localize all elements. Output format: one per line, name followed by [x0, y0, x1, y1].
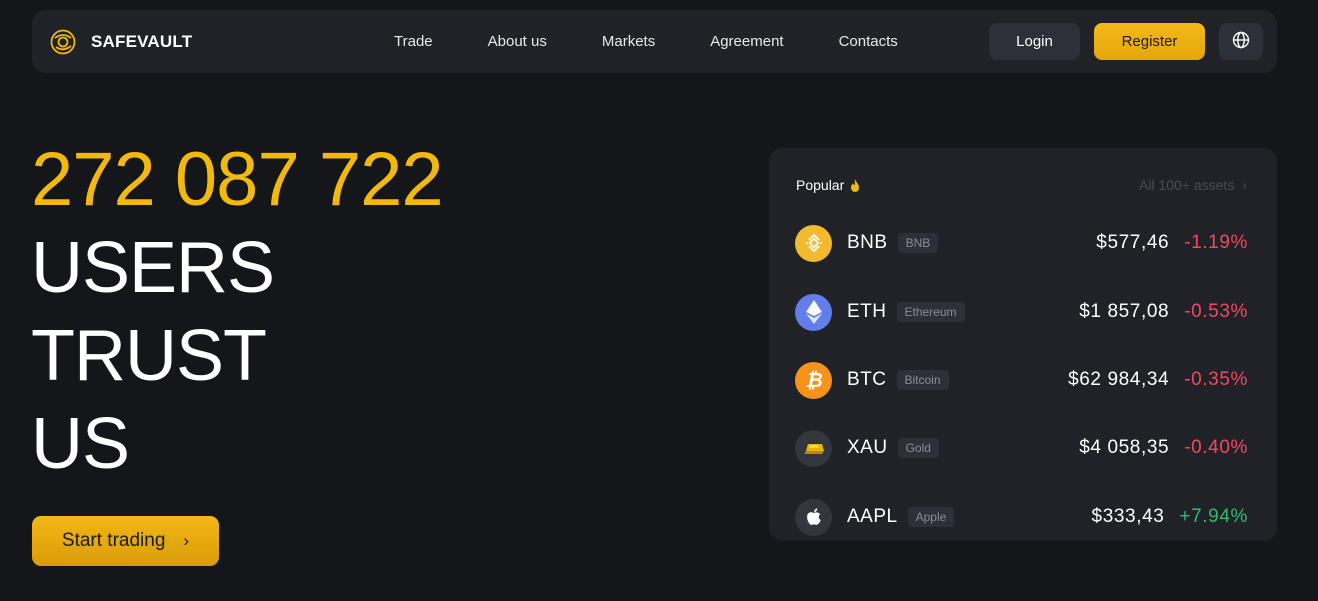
navbar: SAFEVAULT Trade About us Markets Agreeme…	[32, 10, 1277, 73]
btc-icon: ₿	[795, 361, 832, 399]
asset-name-badge: Ethereum	[896, 302, 965, 322]
asset-price: $333,43	[1091, 506, 1165, 527]
asset-name-badge: Gold	[897, 438, 939, 458]
brand-name: SAFEVAULT	[91, 31, 193, 51]
asset-change: -0.35%	[1184, 369, 1248, 390]
fire-icon	[850, 178, 860, 192]
asset-row-xau[interactable]: XAU Gold $4 058,35 -0.40%	[795, 428, 1248, 468]
asset-quote: $62 984,34 -0.35%	[1068, 369, 1248, 391]
all-assets-label: All 100+ assets	[1138, 177, 1235, 193]
asset-price: $4 058,35	[1079, 437, 1170, 458]
asset-quote: $577,46 -1.19%	[1096, 232, 1248, 254]
brand-logo-icon	[50, 29, 76, 55]
chevron-right-icon: ›	[183, 531, 190, 550]
asset-name-badge: Bitcoin	[896, 370, 949, 390]
asset-quote: $333,43 +7.94%	[1092, 506, 1248, 528]
start-trading-button[interactable]: Start trading ›	[32, 516, 219, 566]
register-button[interactable]: Register	[1094, 23, 1205, 60]
globe-icon	[1232, 31, 1250, 52]
asset-ticker: ETH	[847, 301, 887, 322]
hero-line-us: US	[31, 404, 130, 484]
chevron-right-icon: ›	[1242, 177, 1247, 193]
page: SAFEVAULT Trade About us Markets Agreeme…	[0, 0, 1318, 601]
nav-link-trade[interactable]: Trade	[394, 33, 433, 50]
asset-quote: $1 857,08 -0.53%	[1079, 301, 1248, 323]
nav-links: Trade About us Markets Agreement Contact…	[394, 10, 953, 73]
eth-icon	[795, 293, 832, 331]
asset-change: -0.53%	[1184, 301, 1248, 322]
asset-ticker: BTC	[847, 369, 887, 390]
start-trading-label: Start trading	[61, 530, 166, 551]
nav-actions: Login Register	[989, 23, 1263, 60]
asset-change: +7.94%	[1179, 506, 1248, 527]
panel-title: Popular	[796, 177, 860, 193]
nav-link-agreement[interactable]: Agreement	[710, 33, 783, 50]
apple-icon	[795, 498, 832, 536]
asset-row-aapl[interactable]: AAPL Apple $333,43 +7.94%	[795, 497, 1248, 537]
asset-change: -1.19%	[1184, 232, 1248, 253]
hero-line-trust: TRUST	[31, 316, 267, 396]
svg-text:₿: ₿	[805, 369, 823, 391]
asset-row-btc[interactable]: ₿ BTC Bitcoin $62 984,34 -0.35%	[795, 360, 1248, 400]
panel-title-label: Popular	[796, 177, 845, 193]
asset-ticker: AAPL	[847, 506, 898, 527]
asset-name-badge: BNB	[897, 233, 939, 253]
nav-link-contacts[interactable]: Contacts	[839, 33, 898, 50]
hero-line-users: USERS	[31, 228, 275, 308]
asset-price: $1 857,08	[1079, 301, 1170, 322]
asset-price: $577,46	[1096, 232, 1170, 253]
asset-name-badge: Apple	[907, 507, 955, 527]
login-button[interactable]: Login	[989, 23, 1080, 60]
asset-ticker: BNB	[847, 232, 888, 253]
gold-icon	[795, 429, 832, 467]
asset-change: -0.40%	[1184, 437, 1248, 458]
bnb-icon	[795, 224, 832, 262]
all-assets-link[interactable]: All 100+ assets ›	[1139, 177, 1247, 193]
nav-link-about-us[interactable]: About us	[488, 33, 547, 50]
asset-quote: $4 058,35 -0.40%	[1079, 437, 1248, 459]
asset-price: $62 984,34	[1068, 369, 1170, 390]
brand[interactable]: SAFEVAULT	[50, 29, 380, 55]
panel-header: Popular All 100+ assets ›	[796, 175, 1247, 195]
asset-ticker: XAU	[847, 437, 888, 458]
nav-link-markets[interactable]: Markets	[602, 33, 655, 50]
asset-row-bnb[interactable]: BNB BNB $577,46 -1.19%	[795, 223, 1248, 263]
popular-assets-panel: Popular All 100+ assets › BNB BNB $577,4…	[769, 148, 1277, 541]
hero-user-count: 272 087 722	[31, 137, 444, 222]
language-button[interactable]	[1219, 23, 1263, 60]
asset-row-eth[interactable]: ETH Ethereum $1 857,08 -0.53%	[795, 292, 1248, 332]
